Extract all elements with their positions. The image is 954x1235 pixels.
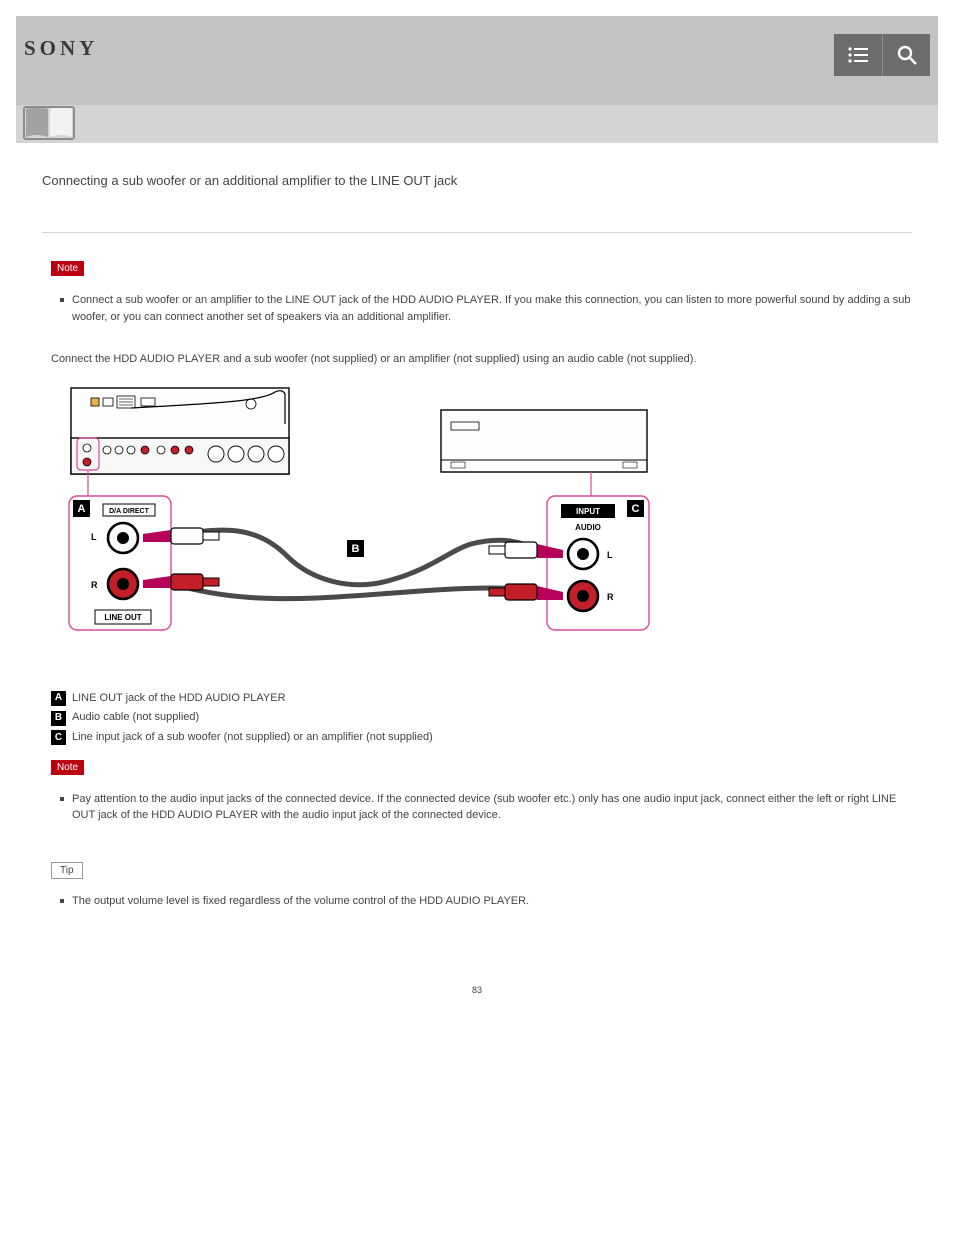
tip: The output volume level is fixed regardl… [60,893,912,910]
sub-header-strip [16,105,938,143]
page-content: Connecting a sub woofer or an additional… [16,143,938,1053]
menu-icon [847,47,869,63]
diagram-legend: A LINE OUT jack of the HDD AUDIO PLAYER … [51,689,912,748]
legend-a-text: LINE OUT jack of the HDD AUDIO PLAYER [72,689,286,709]
search-icon [897,45,917,65]
panel-a-L: L [91,532,97,542]
svg-text:B: B [352,543,360,555]
search-button[interactable] [882,34,930,76]
menu-button[interactable] [834,34,882,76]
page-number: 83 [42,985,912,995]
divider [42,232,912,233]
page-title: Connecting a sub woofer or an additional… [42,173,912,188]
panel-a-sub: LINE OUT [104,613,141,622]
help-guide-book-icon [22,105,76,141]
panel-a-R: R [91,580,98,590]
note-badge-1: Note [51,261,84,276]
svg-text:A: A [78,503,86,515]
legend-letter-c: C [51,730,66,745]
panel-a-title: D/A DIRECT [109,508,150,515]
note-1: Connect a sub woofer or an amplifier to … [60,292,912,325]
legend-c: C Line input jack of a sub woofer (not s… [51,728,912,748]
bullet-dot [60,298,64,302]
legend-letter-a: A [51,691,66,706]
legend-a: A LINE OUT jack of the HDD AUDIO PLAYER [51,689,912,709]
intro-text: Connect the HDD AUDIO PLAYER and a sub w… [51,351,912,368]
legend-b: B Audio cable (not supplied) [51,708,912,728]
note-2-text: Pay attention to the audio input jacks o… [72,791,912,824]
legend-c-text: Line input jack of a sub woofer (not sup… [72,728,433,748]
bullet-dot [60,899,64,903]
bullet-dot [60,797,64,801]
note-2: Pay attention to the audio input jacks o… [60,791,912,824]
legend-letter-b: B [51,711,66,726]
tip-badge: Tip [51,862,83,879]
top-buttons [834,34,930,76]
connection-diagram: D/A DIRECT L R LINE OUT A INPUT AUDIO [51,384,651,664]
svg-text:C: C [632,503,640,515]
note-1-text: Connect a sub woofer or an amplifier to … [72,292,912,325]
legend-b-text: Audio cable (not supplied) [72,708,199,728]
panel-c-R: R [607,592,614,602]
panel-c-title: INPUT [576,507,600,516]
header-bar: SONY [16,16,938,143]
brand-logo: SONY [24,36,98,61]
tip-text: The output volume level is fixed regardl… [72,893,529,910]
panel-c-sub: AUDIO [575,523,601,532]
panel-c-L: L [607,550,613,560]
note-badge-2: Note [51,760,84,775]
